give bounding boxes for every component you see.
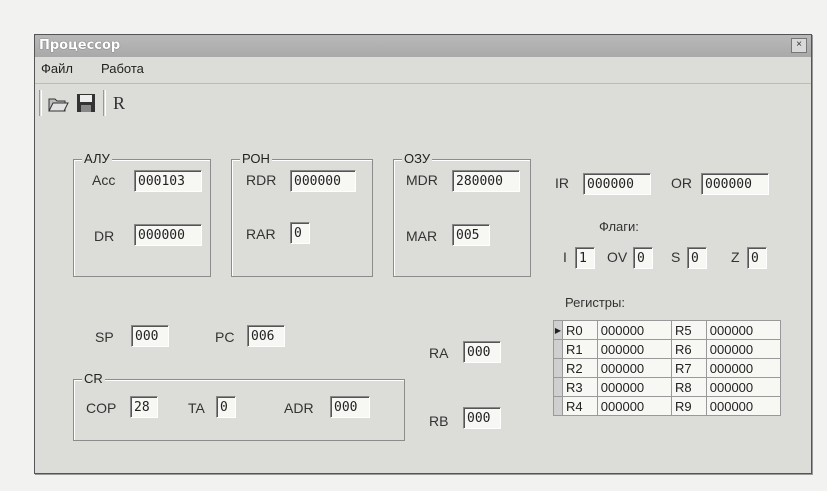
dr-field[interactable]: 000000 <box>134 224 202 246</box>
mdr-label: MDR <box>406 172 438 188</box>
or-label: OR <box>671 175 692 191</box>
dr-label: DR <box>94 228 115 244</box>
ron-group-title: РОН <box>240 151 272 166</box>
ta-field[interactable]: 0 <box>216 396 236 418</box>
mdr-field[interactable]: 280000 <box>452 170 520 192</box>
flag-ov-field[interactable]: 0 <box>633 247 653 269</box>
register-row[interactable]: R3 000000 R8 000000 <box>553 377 782 397</box>
row-indicator <box>553 377 563 397</box>
window-title: Процессор <box>39 38 121 53</box>
register-name[interactable]: R9 <box>670 396 707 416</box>
cr-group-title: CR <box>82 371 105 386</box>
flag-i-label: I <box>563 249 567 265</box>
adr-label: ADR <box>284 400 314 416</box>
register-value[interactable]: 000000 <box>705 396 782 416</box>
mar-label: MAR <box>406 228 438 244</box>
or-field[interactable]: 000000 <box>701 173 769 195</box>
register-value[interactable]: 000000 <box>596 396 672 416</box>
rar-label: RAR <box>246 226 276 242</box>
ra-field[interactable]: 000 <box>463 341 501 363</box>
ron-group: РОН RDR 000000 RAR 0 <box>231 151 373 277</box>
ta-label: TA <box>188 400 205 416</box>
register-name[interactable]: R2 <box>562 358 598 378</box>
rb-field[interactable]: 000 <box>463 407 501 429</box>
close-button[interactable]: × <box>791 38 807 53</box>
register-value[interactable]: 000000 <box>596 377 672 397</box>
toolbar: R <box>35 83 811 122</box>
ozu-group-title: ОЗУ <box>402 151 433 166</box>
row-indicator: ▶ <box>553 320 563 340</box>
sp-field[interactable]: 000 <box>131 325 169 347</box>
rb-label: RB <box>429 413 449 429</box>
registers-grid[interactable]: ▶ R0 000000 R5 000000 R1 000000 R6 000000 R2 00000… <box>553 320 782 416</box>
register-value[interactable]: 000000 <box>705 320 782 340</box>
row-indicator <box>553 339 563 359</box>
register-name[interactable]: R0 <box>562 320 598 340</box>
menu-bar: Файл Работа <box>35 59 811 79</box>
sp-label: SP <box>95 329 114 345</box>
alu-group-title: АЛУ <box>82 151 112 166</box>
cr-group: CR COP 28 TA 0 ADR 000 <box>73 371 405 441</box>
cop-label: COP <box>86 400 117 416</box>
flag-z-label: Z <box>731 249 740 265</box>
title-bar[interactable]: Процессор × <box>35 35 811 57</box>
row-indicator <box>553 396 563 416</box>
register-name[interactable]: R8 <box>670 377 707 397</box>
toolbar-separator <box>39 90 42 116</box>
menu-work[interactable]: Работа <box>101 61 144 76</box>
ra-label: RA <box>429 345 449 361</box>
register-name[interactable]: R4 <box>562 396 598 416</box>
ir-field[interactable]: 000000 <box>583 173 651 195</box>
rdr-label: RDR <box>246 172 277 188</box>
register-value[interactable]: 000000 <box>596 339 672 359</box>
registers-title: Регистры: <box>565 295 625 310</box>
register-value[interactable]: 000000 <box>596 320 672 340</box>
register-row[interactable]: R1 000000 R6 000000 <box>553 339 782 359</box>
flag-s-field[interactable]: 0 <box>687 247 707 269</box>
pc-field[interactable]: 006 <box>247 325 285 347</box>
folder-open-icon[interactable] <box>47 92 69 114</box>
flag-i-field[interactable]: 1 <box>575 247 595 269</box>
ir-label: IR <box>555 175 569 191</box>
cop-field[interactable]: 28 <box>130 396 158 418</box>
register-name[interactable]: R5 <box>670 320 707 340</box>
mar-field[interactable]: 005 <box>452 224 490 246</box>
pc-label: PC <box>215 329 235 345</box>
menu-file[interactable]: Файл <box>41 61 73 76</box>
r-button[interactable]: R <box>113 92 135 114</box>
acc-field[interactable]: 000103 <box>134 170 202 192</box>
acc-label: Acc <box>92 172 116 188</box>
floppy-disk-icon[interactable] <box>75 92 97 114</box>
register-name[interactable]: R7 <box>670 358 707 378</box>
register-name[interactable]: R6 <box>670 339 707 359</box>
register-value[interactable]: 000000 <box>705 377 782 397</box>
ozu-group: ОЗУ MDR 280000 MAR 005 <box>393 151 531 277</box>
register-row[interactable]: ▶ R0 000000 R5 000000 <box>553 320 782 340</box>
toolbar-separator <box>103 90 106 116</box>
processor-window: Процессор × Файл Работа R АЛУ Acc 000103 <box>34 34 812 474</box>
row-indicator <box>553 358 563 378</box>
adr-field[interactable]: 000 <box>330 396 370 418</box>
register-value[interactable]: 000000 <box>705 358 782 378</box>
register-name[interactable]: R3 <box>562 377 598 397</box>
rar-field[interactable]: 0 <box>290 222 310 244</box>
register-value[interactable]: 000000 <box>596 358 672 378</box>
register-row[interactable]: R2 000000 R7 000000 <box>553 358 782 378</box>
flags-title: Флаги: <box>599 219 639 234</box>
register-value[interactable]: 000000 <box>705 339 782 359</box>
flag-ov-label: OV <box>607 249 628 265</box>
register-row[interactable]: R4 000000 R9 000000 <box>553 396 782 416</box>
rdr-field[interactable]: 000000 <box>290 170 356 192</box>
flag-s-label: S <box>671 249 681 265</box>
register-name[interactable]: R1 <box>562 339 598 359</box>
flag-z-field[interactable]: 0 <box>747 247 767 269</box>
alu-group: АЛУ Acc 000103 DR 000000 <box>73 151 211 277</box>
